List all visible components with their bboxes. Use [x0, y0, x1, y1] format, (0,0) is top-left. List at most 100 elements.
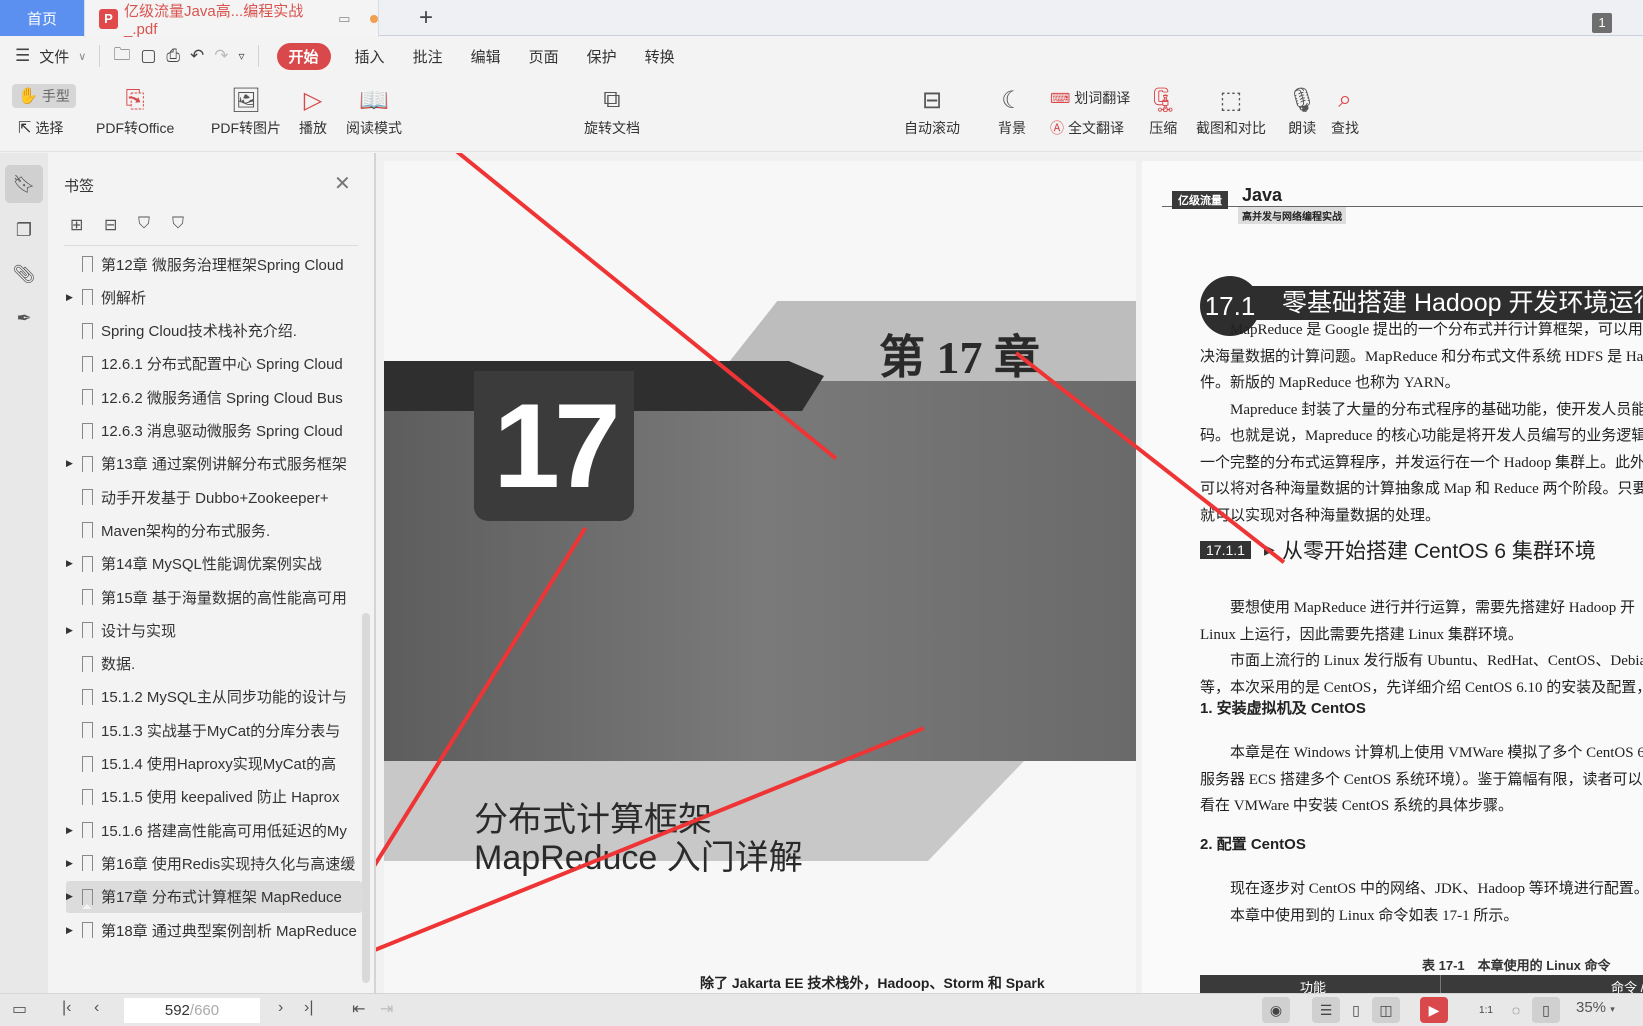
- expand-arrow-icon[interactable]: ▶: [66, 458, 78, 469]
- paragraph-line: 市面上流行的 Linux 发行版有 Ubuntu、RedHat、CentOS、D…: [1230, 653, 1643, 669]
- add-bookmark-icon[interactable]: ⛉: [138, 215, 150, 233]
- compress-button[interactable]: 🗜 压缩: [1148, 82, 1178, 138]
- rotate-document-button[interactable]: ⧉ 旋转文档: [584, 82, 640, 138]
- attachment-icon[interactable]: 📎︎: [5, 255, 43, 293]
- bookmark-item[interactable]: 15.1.4 使用Haproxy实现MyCat的高: [66, 748, 362, 780]
- select-tool-button[interactable]: ⇱ 选择: [18, 118, 63, 138]
- menu-edit[interactable]: 编辑: [457, 46, 515, 67]
- word-translate-button[interactable]: ⌨ 划词翻译: [1050, 88, 1130, 108]
- open-folder-icon[interactable]: 🗀: [108, 42, 135, 71]
- actual-size-icon[interactable]: 1:1: [1472, 997, 1500, 1023]
- remove-bookmark-icon[interactable]: ⛉: [172, 215, 184, 233]
- bookmark-item[interactable]: ▶ 第18章 通过典型案例剖析 MapReduce: [66, 914, 362, 946]
- panel-scrollbar[interactable]: [362, 613, 370, 983]
- bookmark-item[interactable]: Maven架构的分布式服务.: [66, 514, 362, 546]
- bookmark-item[interactable]: 15.1.3 实战基于MyCat的分库分表与: [66, 714, 362, 746]
- menu-start[interactable]: 开始: [276, 42, 331, 70]
- chevron-down-icon[interactable]: ∨: [73, 50, 91, 63]
- bookmark-item[interactable]: 15.1.2 MySQL主从同步功能的设计与: [66, 681, 362, 713]
- menu-convert[interactable]: 转换: [631, 46, 689, 67]
- monitor-icon[interactable]: ▭: [338, 11, 350, 27]
- bookmark-icon: [82, 688, 93, 709]
- bookmark-item[interactable]: 12.6.3 消息驱动微服务 Spring Cloud: [66, 415, 362, 447]
- bookmark-item[interactable]: ▶ 设计与实现: [66, 614, 362, 646]
- last-page-icon[interactable]: ›|: [304, 999, 313, 1017]
- screenshot-compare-button[interactable]: ⬚ 截图和对比: [1196, 82, 1266, 138]
- panel-title: 书签: [64, 178, 95, 195]
- read-aloud-button[interactable]: 🎙 朗读: [1287, 82, 1317, 138]
- bookmark-item[interactable]: ▶ 15.1.6 搭建高性能高可用低延迟的My: [66, 814, 362, 846]
- zoom-level-select[interactable]: 35% ▾: [1576, 999, 1615, 1016]
- expand-arrow-icon[interactable]: ▶: [66, 858, 78, 869]
- play-slideshow-icon[interactable]: ▶: [1420, 997, 1448, 1023]
- menu-annotate[interactable]: 批注: [399, 46, 457, 67]
- bookmark-item[interactable]: ▶ 第14章 MySQL性能调优案例实战: [66, 548, 362, 580]
- continuous-view-icon[interactable]: ☰: [1312, 997, 1340, 1023]
- undo-icon[interactable]: ↶: [185, 46, 209, 66]
- hand-tool-button[interactable]: ✋ 手型: [12, 84, 76, 108]
- bookmark-item[interactable]: 15.1.5 使用 keepalived 防止 Haprox: [66, 781, 362, 813]
- bookmark-item[interactable]: ▶ 第16章 使用Redis实现持久化与高速缓: [66, 847, 362, 879]
- redo-icon[interactable]: ↷: [209, 46, 233, 66]
- paragraph-line: 看在 VMWare 中安装 CentOS 系统的具体步骤。: [1200, 798, 1513, 814]
- prev-page-icon[interactable]: ‹: [94, 999, 99, 1017]
- tab-home[interactable]: 首页: [0, 0, 84, 36]
- bookmark-panel-icon[interactable]: 🔖︎: [5, 165, 43, 203]
- expand-arrow-icon[interactable]: ▶: [66, 825, 78, 836]
- bookmark-item[interactable]: 数据.: [66, 648, 362, 680]
- bookmark-item[interactable]: 第12章 微服务治理框架Spring Cloud: [66, 248, 362, 280]
- menu-insert[interactable]: 插入: [341, 46, 399, 67]
- bookmark-item[interactable]: 第15章 基于海量数据的高性能高可用: [66, 581, 362, 613]
- bookmark-icon: [82, 256, 93, 276]
- read-mode-button[interactable]: 📖 阅读模式: [346, 82, 402, 138]
- tab-document[interactable]: P 亿级流量Java高...编程实战_.pdf ▭: [84, 0, 379, 38]
- expand-arrow-icon[interactable]: ▶: [66, 558, 78, 569]
- fit-page-icon[interactable]: ◌: [1502, 997, 1530, 1023]
- bookmark-item[interactable]: 12.6.1 分布式配置中心 Spring Cloud: [66, 348, 362, 380]
- file-menu[interactable]: 文件: [35, 46, 73, 67]
- play-button[interactable]: ▷ 播放: [299, 82, 327, 138]
- close-icon[interactable]: ✕: [334, 171, 351, 196]
- expand-arrow-icon[interactable]: ▶: [66, 925, 78, 936]
- window-layout-icon[interactable]: ▭: [12, 999, 27, 1019]
- background-button[interactable]: ☾ 背景: [998, 82, 1026, 138]
- expand-all-icon[interactable]: ⊞: [70, 215, 83, 235]
- thumbnails-icon[interactable]: ❐: [5, 211, 43, 249]
- bookmark-item[interactable]: 12.6.2 微服务通信 Spring Cloud Bus: [66, 381, 362, 413]
- customize-quick-access-icon[interactable]: ▿: [234, 49, 250, 63]
- bookmark-item[interactable]: Spring Cloud技术栈补充介绍.: [66, 315, 362, 347]
- expand-arrow-icon[interactable]: ▶: [66, 891, 78, 902]
- bookmark-item[interactable]: 动手开发基于 Dubbo+Zookeeper+: [66, 481, 362, 513]
- bookmark-item[interactable]: ▶ 第17章 分布式计算框架 MapReduce: [66, 880, 362, 913]
- double-view-icon[interactable]: ◫: [1372, 997, 1400, 1023]
- pdf-to-image-button[interactable]: 🖼 PDF转图片: [211, 82, 281, 138]
- menu-protect[interactable]: 保护: [573, 46, 631, 67]
- signature-pen-icon[interactable]: ✒: [5, 299, 43, 337]
- menu-page[interactable]: 页面: [515, 46, 573, 67]
- auto-scroll-button[interactable]: ⊟ 自动滚动: [904, 82, 960, 138]
- document-viewer[interactable]: 第 17 章 17 分布式计算框架 MapReduce 入门详解 除了 Jaka…: [374, 153, 1643, 993]
- menu-bar: ☰ 文件 ∨ 🗀 ▢ ⎙ ↶ ↷ ▿ 开始 插入 批注 编辑 页面 保护 转换: [0, 37, 1643, 75]
- find-button[interactable]: ⌕ 查找: [1331, 82, 1359, 138]
- fit-width-icon[interactable]: ▯: [1532, 997, 1560, 1023]
- first-page-icon[interactable]: |‹: [62, 999, 71, 1017]
- full-translate-button[interactable]: Ⓐ 全文翻译: [1050, 118, 1124, 138]
- collapse-all-icon[interactable]: ⊟: [104, 215, 117, 235]
- back-view-icon[interactable]: ⇤: [352, 999, 365, 1019]
- window-count-badge[interactable]: 1: [1592, 13, 1612, 33]
- print-icon[interactable]: ⎙: [161, 46, 185, 66]
- pdf-to-office-button[interactable]: ⎘ PDF转Office: [96, 82, 174, 138]
- single-view-icon[interactable]: ▯: [1342, 997, 1370, 1023]
- forward-view-icon[interactable]: ⇥: [380, 999, 393, 1019]
- status-page-input[interactable]: 592/660: [124, 998, 260, 1023]
- save-icon[interactable]: ▢: [135, 46, 161, 66]
- hamburger-menu-icon[interactable]: ☰: [10, 46, 35, 66]
- expand-arrow-icon[interactable]: ▶: [66, 625, 78, 636]
- next-page-icon[interactable]: ›: [278, 999, 283, 1017]
- bookmark-item[interactable]: ▶ 第13章 通过案例讲解分布式服务框架: [66, 448, 362, 480]
- expand-arrow-icon[interactable]: ▶: [66, 292, 78, 303]
- new-tab-button[interactable]: +: [412, 4, 440, 32]
- eye-protection-icon[interactable]: ◉: [1262, 997, 1290, 1023]
- bookmark-item[interactable]: ▶ 例解析: [66, 281, 362, 313]
- intro-text: 除了 Jakarta EE 技术栈外，Hadoop、Storm 和 Spark: [700, 975, 1045, 991]
